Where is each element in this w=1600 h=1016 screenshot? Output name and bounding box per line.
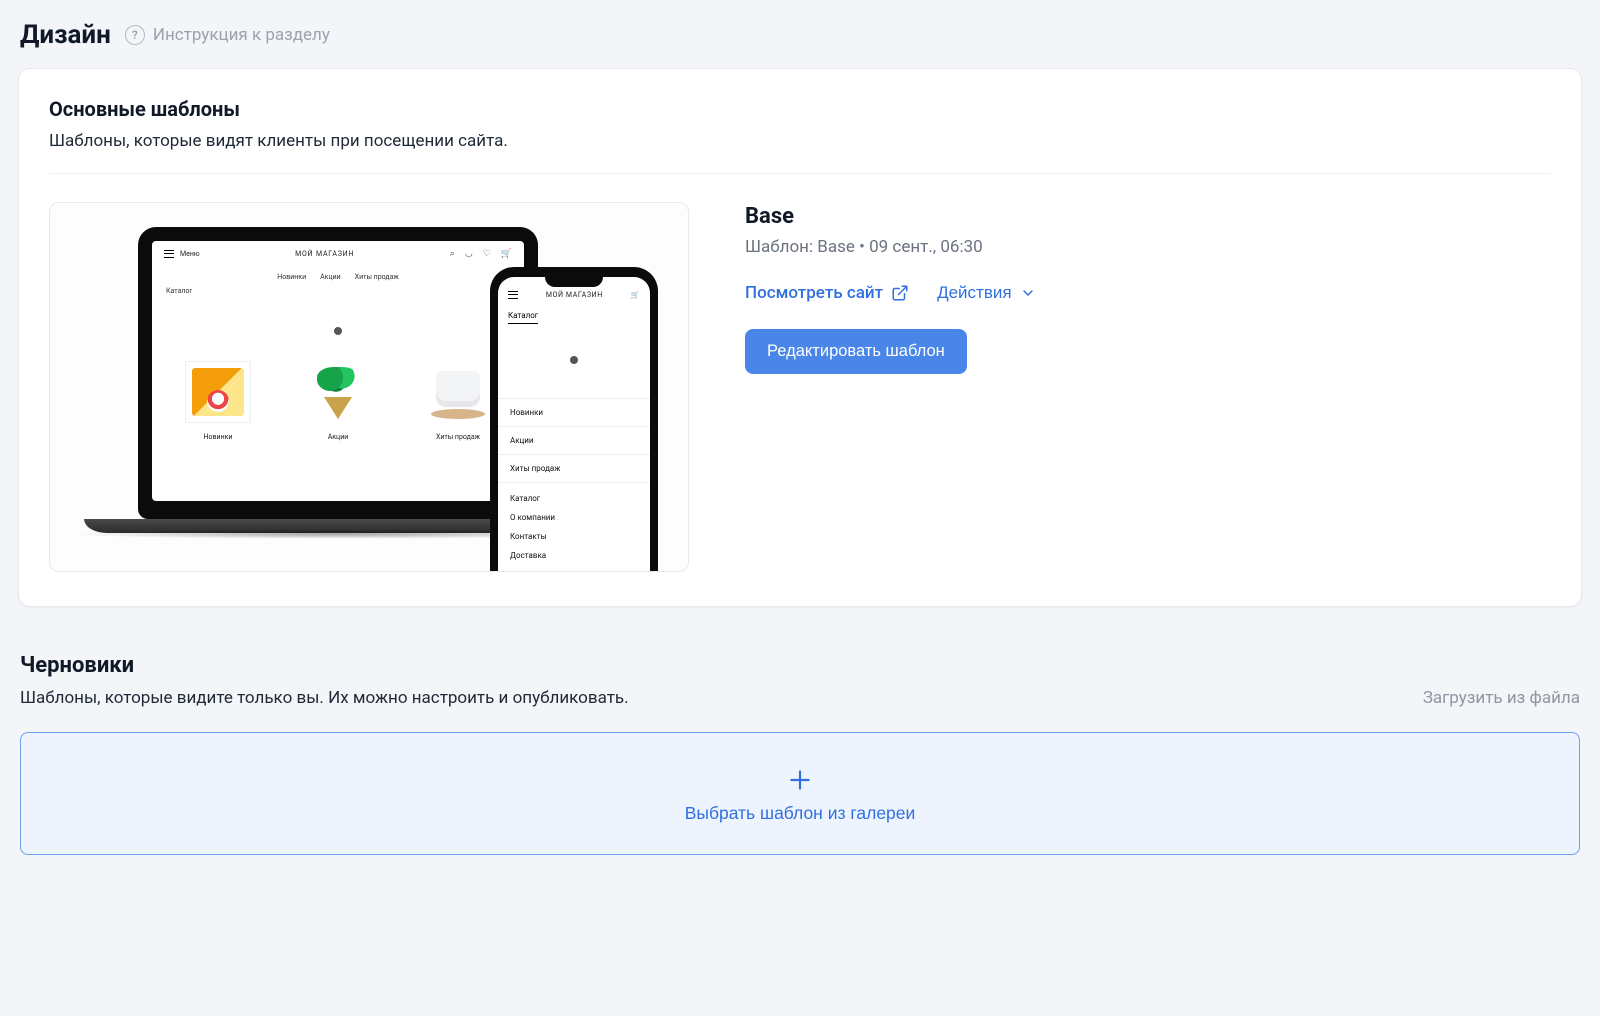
- help-link-label: Инструкция к разделу: [153, 25, 330, 45]
- upload-from-file-link[interactable]: Загрузить из файла: [1423, 688, 1580, 708]
- preview-laptop-nav-item: Акции: [320, 273, 341, 281]
- preview-phone-footer-item: Контакты: [498, 527, 650, 546]
- preview-phone-list-item: Хиты продаж: [498, 455, 650, 483]
- preview-product-image: [305, 361, 371, 423]
- choose-from-gallery-button[interactable]: Выбрать шаблон из галереи: [20, 732, 1580, 855]
- preview-laptop-store-name: МОЙ МАГАЗИН: [295, 250, 354, 258]
- preview-phone-store-name: МОЙ МАГАЗИН: [546, 291, 603, 299]
- template-preview[interactable]: Меню МОЙ МАГАЗИН ⌕ ◡ ♡ 🛒: [49, 202, 689, 572]
- main-templates-heading: Основные шаблоны: [49, 97, 1551, 121]
- cart-icon: 🛒: [501, 249, 512, 259]
- preview-phone-footer-item: О компании: [498, 508, 650, 527]
- main-templates-subtitle: Шаблоны, которые видят клиенты при посещ…: [49, 131, 1551, 151]
- user-icon: ◡: [465, 249, 473, 259]
- search-icon: ⌕: [450, 249, 455, 259]
- preview-phone-list-item: Акции: [498, 427, 650, 455]
- page-header: Дизайн ? Инструкция к разделу: [20, 20, 1582, 50]
- actions-dropdown[interactable]: Действия: [937, 283, 1035, 303]
- edit-template-label: Редактировать шаблон: [767, 342, 945, 361]
- preview-product-label: Новинки: [178, 433, 258, 441]
- preview-phone-hero-dot: [570, 356, 578, 364]
- view-site-label: Посмотреть сайт: [745, 283, 883, 303]
- chevron-down-icon: [1020, 285, 1036, 301]
- preview-product-label: Хиты продаж: [418, 433, 498, 441]
- preview-laptop: Меню МОЙ МАГАЗИН ⌕ ◡ ♡ 🛒: [138, 227, 538, 539]
- hamburger-icon: [164, 250, 174, 258]
- preview-laptop-menu-label: Меню: [180, 250, 200, 258]
- hamburger-icon: [508, 291, 518, 299]
- preview-phone-list-item: Новинки: [498, 399, 650, 427]
- template-name: Base: [745, 204, 1036, 229]
- preview-phone: МОЙ МАГАЗИН 🛒 Каталог Новинки Акции Хиты…: [490, 267, 658, 572]
- template-meta: Base Шаблон: Base • 09 сент., 06:30 Посм…: [745, 202, 1036, 374]
- drafts-subtitle: Шаблоны, которые видите только вы. Их мо…: [20, 688, 629, 708]
- preview-laptop-nav-item: Хиты продаж: [355, 273, 399, 281]
- help-link[interactable]: ? Инструкция к разделу: [125, 25, 330, 45]
- preview-laptop-sidebar-label: Каталог: [166, 287, 192, 295]
- external-link-icon: [891, 284, 909, 302]
- drafts-section: Черновики Шаблоны, которые видите только…: [18, 653, 1582, 855]
- edit-template-button[interactable]: Редактировать шаблон: [745, 329, 967, 374]
- plus-icon: [787, 767, 813, 793]
- template-meta-line: Шаблон: Base • 09 сент., 06:30: [745, 237, 1036, 257]
- template-row: Меню МОЙ МАГАЗИН ⌕ ◡ ♡ 🛒: [49, 202, 1551, 572]
- preview-laptop-hero-dot: [334, 327, 342, 335]
- preview-phone-footer-item: Каталог: [498, 489, 650, 508]
- cart-icon: 🛒: [631, 291, 640, 299]
- preview-laptop-nav-item: Новинки: [277, 273, 306, 281]
- view-site-link[interactable]: Посмотреть сайт: [745, 283, 909, 303]
- main-templates-card: Основные шаблоны Шаблоны, которые видят …: [18, 68, 1582, 607]
- preview-product-image: [425, 361, 491, 423]
- drafts-heading: Черновики: [20, 653, 629, 678]
- preview-product-label: Акции: [298, 433, 378, 441]
- preview-product-image: [185, 361, 251, 423]
- actions-label: Действия: [937, 283, 1011, 303]
- preview-phone-section-label: Каталог: [508, 311, 538, 324]
- preview-phone-footer-item: Доставка: [498, 546, 650, 565]
- page-title: Дизайн: [20, 20, 111, 50]
- choose-from-gallery-label: Выбрать шаблон из галереи: [685, 803, 916, 824]
- help-icon: ?: [125, 25, 145, 45]
- divider: [49, 173, 1551, 174]
- heart-icon: ♡: [483, 249, 491, 259]
